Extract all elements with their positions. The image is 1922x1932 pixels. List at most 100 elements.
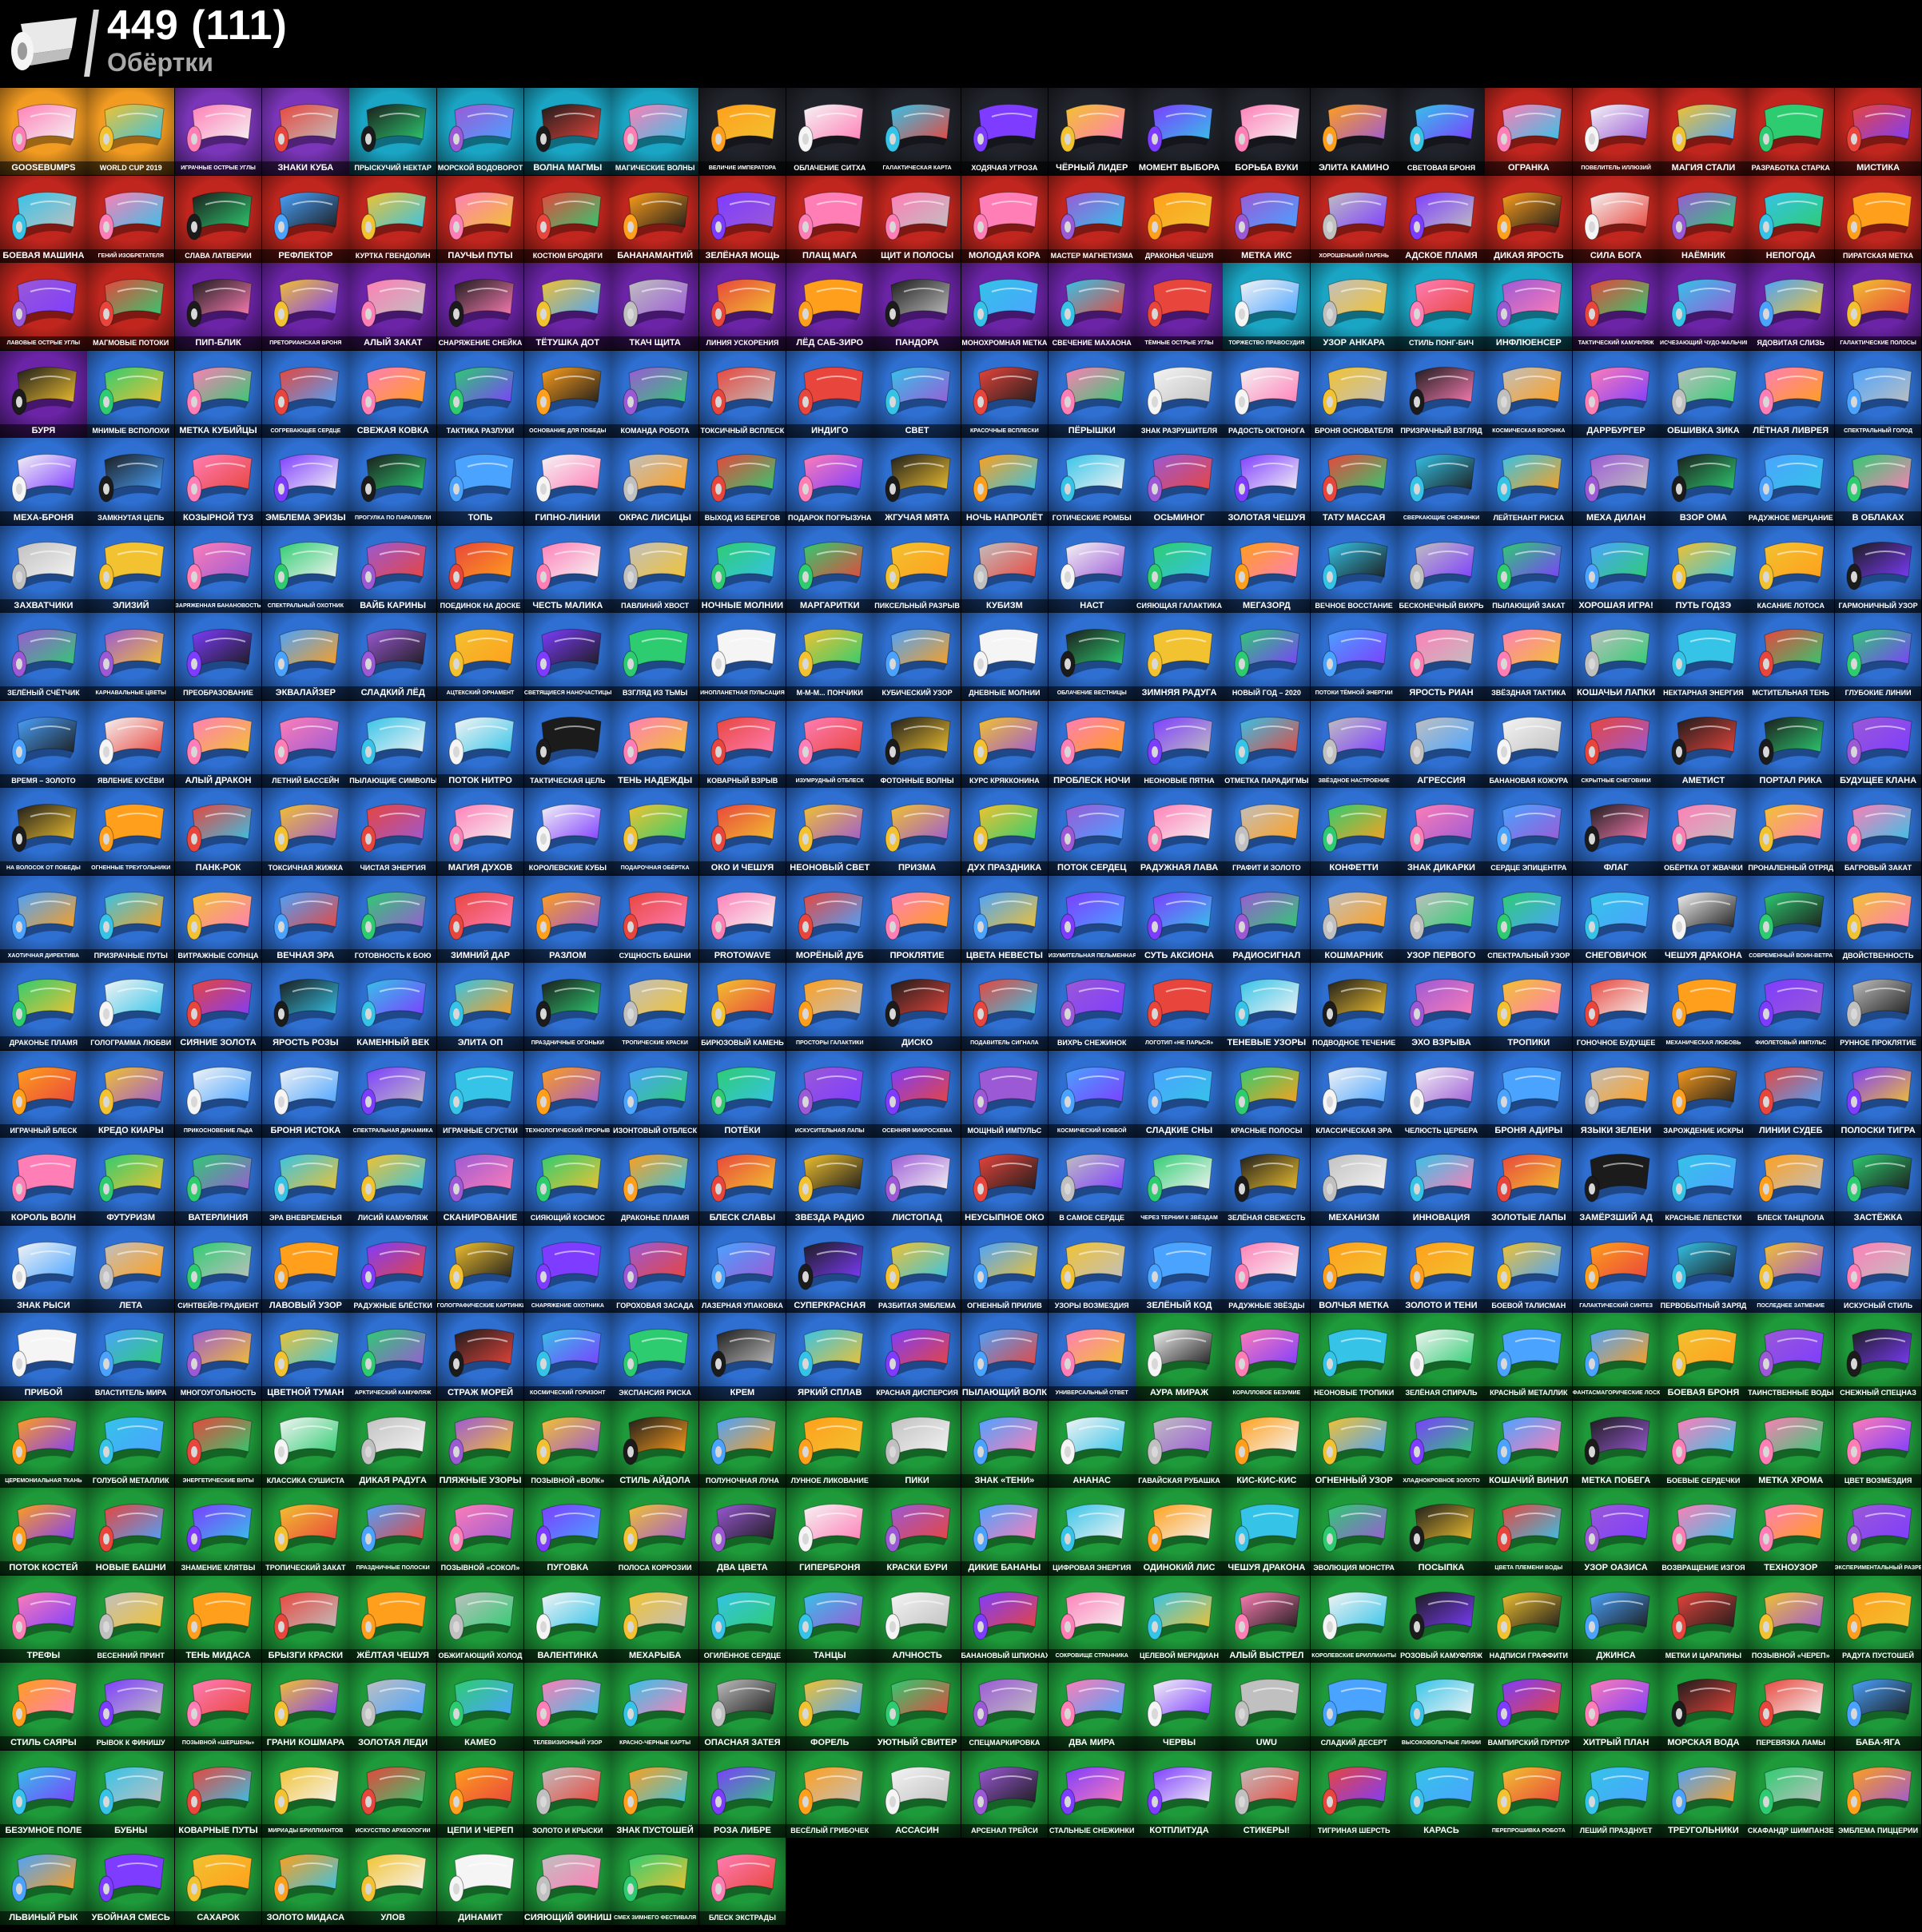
wrap-tile[interactable]: ВЫСОКОВОЛЬТНЫЕ ЛИНИИ: [1398, 1663, 1486, 1751]
wrap-tile[interactable]: СПЕКТРАЛЬНЫЙ ОХОТНИК: [261, 525, 350, 614]
wrap-tile[interactable]: КУБИЧЕСКИЙ УЗОР: [873, 613, 961, 702]
wrap-tile[interactable]: КОСМИЧЕСКИЙ ГОРИЗОНТ: [523, 1313, 612, 1401]
wrap-tile[interactable]: ЯВЛЕНИЕ КУСЁВИ: [87, 700, 176, 789]
wrap-tile[interactable]: СУЩНОСТЬ БАШНИ: [611, 875, 700, 964]
wrap-tile[interactable]: ТОКСИЧНАЯ ЖИЖКА: [261, 788, 350, 877]
wrap-tile[interactable]: ОКО И ЧЕШУЯ: [698, 788, 787, 877]
wrap-tile[interactable]: ПОЕДИНОК НА ДОСКЕ: [436, 525, 525, 614]
wrap-tile[interactable]: ГАРМОНИЧНЫЙ УЗОР: [1834, 525, 1922, 614]
wrap-tile[interactable]: КОСМИЧЕСКИЙ КОВБОЙ: [1048, 1050, 1136, 1139]
wrap-tile[interactable]: ПАВЛИНИЙ ХВОСТ: [611, 525, 700, 614]
wrap-tile[interactable]: ЗАМКНУТАЯ ЦЕПЬ: [87, 438, 176, 527]
wrap-tile[interactable]: РЕФЛЕКТОР: [261, 175, 350, 264]
wrap-tile[interactable]: ЛИНИЯ УСКОРЕНИЯ: [698, 263, 787, 352]
wrap-tile[interactable]: РАЗБИТАЯ ЭМБЛЕМА: [873, 1225, 961, 1314]
wrap-tile[interactable]: ВЕСЁЛЫЙ ГРИБОЧЕК: [786, 1750, 874, 1839]
wrap-tile[interactable]: ГАЛАКТИЧЕСКИЕ ПОЛОСЫ: [1834, 263, 1922, 352]
wrap-tile[interactable]: ЭНЕРГЕТИЧЕСКИЕ ВИТЫ: [174, 1400, 263, 1489]
wrap-tile[interactable]: АЛЧНОСТЬ: [873, 1575, 961, 1664]
wrap-tile[interactable]: АССАСИН: [873, 1750, 961, 1839]
wrap-tile[interactable]: БЕСКОНЕЧНЫЙ ВИХРЬ: [1398, 525, 1486, 614]
wrap-tile[interactable]: АМЕТИСТ: [1660, 700, 1748, 789]
wrap-tile[interactable]: СПЕЦМАРКИРОВКА: [961, 1663, 1049, 1751]
wrap-tile[interactable]: МОРСКОЙ ВОДОВОРОТ: [436, 88, 525, 177]
wrap-tile[interactable]: СЛАДКИЕ СНЫ: [1136, 1050, 1224, 1139]
wrap-tile[interactable]: УЗОР АНКАРА: [1310, 263, 1399, 352]
wrap-tile[interactable]: СТРАЖ МОРЕЙ: [436, 1313, 525, 1401]
wrap-tile[interactable]: МАСТЕР МАГНЕТИЗМА: [1048, 175, 1136, 264]
wrap-tile[interactable]: БОЕВОЙ ТАЛИСМАН: [1485, 1225, 1574, 1314]
wrap-tile[interactable]: ГОТИЧЕСКИЕ РОМБЫ: [1048, 438, 1136, 527]
wrap-tile[interactable]: АГРЕССИЯ: [1398, 700, 1486, 789]
wrap-tile[interactable]: БЕЗУМНОЕ ПОЛЕ: [0, 1750, 88, 1839]
wrap-tile[interactable]: ФИОЛЕТОВЫЙ ИМПУЛЬС: [1747, 963, 1836, 1051]
wrap-tile[interactable]: ЭКСПЕРИМЕНТАЛЬНЫЙ РАЗРЕЗ: [1834, 1488, 1922, 1576]
wrap-tile[interactable]: ОБЛАЧЕНИЕ СИТХА: [786, 88, 874, 177]
wrap-tile[interactable]: АЦТЕКСКИЙ ОРНАМЕНТ: [436, 613, 525, 702]
wrap-tile[interactable]: ЭХО ВЗРЫВА: [1398, 963, 1486, 1051]
wrap-tile[interactable]: ТРЕФЫ: [0, 1575, 88, 1664]
wrap-tile[interactable]: В ОБЛАКАХ: [1834, 438, 1922, 527]
wrap-tile[interactable]: БАГРОВЫЙ ЗАКАТ: [1834, 788, 1922, 877]
wrap-tile[interactable]: ИСКУССТВО АРХЕОЛОГИИ: [349, 1750, 438, 1839]
wrap-tile[interactable]: ПОВЕЛИТЕЛЬ ИЛЛЮЗИЙ: [1572, 88, 1661, 177]
wrap-tile[interactable]: БАНАНОВАЯ КОЖУРА: [1485, 700, 1574, 789]
wrap-tile[interactable]: ЗЕЛЁНАЯ СВЕЖЕСТЬ: [1223, 1138, 1311, 1226]
wrap-tile[interactable]: МНИМЫЕ ВСПОЛОХИ: [87, 350, 176, 439]
wrap-tile[interactable]: ЯДОВИТАЯ СЛИЗЬ: [1747, 263, 1836, 352]
wrap-tile[interactable]: ХОРОШАЯ ИГРА!: [1572, 525, 1661, 614]
wrap-tile[interactable]: СВЕТ: [873, 350, 961, 439]
wrap-tile[interactable]: АРКТИЧЕСКИЙ КАМУФЛЯЖ: [349, 1313, 438, 1401]
wrap-tile[interactable]: МОРСКАЯ ВОДА: [1660, 1663, 1748, 1751]
wrap-tile[interactable]: ПЛАЩ МАГА: [786, 175, 874, 264]
wrap-tile[interactable]: БАНАНОВЫЙ ШПИОНАЖ: [961, 1575, 1049, 1664]
wrap-tile[interactable]: ГРАНИ КОШМАРА: [261, 1663, 350, 1751]
wrap-tile[interactable]: КУРТКА ГВЕНДОЛИН: [349, 175, 438, 264]
wrap-tile[interactable]: ДИНАМИТ: [436, 1838, 525, 1926]
wrap-tile[interactable]: КОВАРНЫЕ ПУТЫ: [174, 1750, 263, 1839]
wrap-tile[interactable]: СИЯЮЩИЙ КОСМОС: [523, 1138, 612, 1226]
wrap-tile[interactable]: СВЕЧЕНИЕ МАХАОНА: [1048, 263, 1136, 352]
wrap-tile[interactable]: НОЧНЫЕ МОЛНИИ: [698, 525, 787, 614]
wrap-tile[interactable]: ВИХРЬ СНЕЖИНОК: [1048, 963, 1136, 1051]
wrap-tile[interactable]: ЦВЕТНОЙ ТУМАН: [261, 1313, 350, 1401]
wrap-tile[interactable]: СТИЛЬ ПОНГ-БИЧ: [1398, 263, 1486, 352]
wrap-tile[interactable]: УЛОВ: [349, 1838, 438, 1926]
wrap-tile[interactable]: ИГРАЧНЫЕ СГУСТКИ: [436, 1050, 525, 1139]
wrap-tile[interactable]: ПРОСТОРЫ ГАЛАКТИКИ: [786, 963, 874, 1051]
wrap-tile[interactable]: ЛАЗЕРНАЯ УПАКОВКА: [698, 1225, 787, 1314]
wrap-tile[interactable]: НАЁМНИК: [1660, 175, 1748, 264]
wrap-tile[interactable]: ПАНДОРА: [873, 263, 961, 352]
wrap-tile[interactable]: УНИВЕРСАЛЬНЫЙ ОТВЕТ: [1048, 1313, 1136, 1401]
wrap-tile[interactable]: КРАСКИ БУРИ: [873, 1488, 961, 1576]
wrap-tile[interactable]: ОБЛАЧЕНИЕ ВЕСТНИЦЫ: [1048, 613, 1136, 702]
wrap-tile[interactable]: ПОЗЫВНОЙ «ШЕРШЕНЬ»: [174, 1663, 263, 1751]
wrap-tile[interactable]: ЧЕРВЫ: [1136, 1663, 1224, 1751]
wrap-tile[interactable]: ФОТОННЫЕ ВОЛНЫ: [873, 700, 961, 789]
wrap-tile[interactable]: СУПЕРКРАСНАЯ: [786, 1225, 874, 1314]
wrap-tile[interactable]: ПОТОК СЕРДЕЦ: [1048, 788, 1136, 877]
wrap-tile[interactable]: ЖЁЛТАЯ ЧЕШУЯ: [349, 1575, 438, 1664]
wrap-tile[interactable]: КОСТЮМ БРОДЯГИ: [523, 175, 612, 264]
wrap-tile[interactable]: М-М-М... ПОНЧИКИ: [786, 613, 874, 702]
wrap-tile[interactable]: МАРГАРИТКИ: [786, 525, 874, 614]
wrap-tile[interactable]: ГОЛОГРАФИЧЕСКИЕ КАРТИНКИ: [436, 1225, 525, 1314]
wrap-tile[interactable]: ОДИНОКИЙ ЛИС: [1136, 1488, 1224, 1576]
wrap-tile[interactable]: НЕКТАРНАЯ ЭНЕРГИЯ: [1660, 613, 1748, 702]
wrap-tile[interactable]: ФОРЕЛЬ: [786, 1663, 874, 1751]
wrap-tile[interactable]: ДРАКОНЬЕ ПЛАМЯ: [0, 963, 88, 1051]
wrap-tile[interactable]: ДРАКОНЬЕ ПЛАМЯ: [611, 1138, 700, 1226]
wrap-tile[interactable]: ЧЁРНЫЙ ЛИДЕР: [1048, 88, 1136, 177]
wrap-tile[interactable]: МСТИТЕЛЬНАЯ ТЕНЬ: [1747, 613, 1836, 702]
wrap-tile[interactable]: НАСТ: [1048, 525, 1136, 614]
wrap-tile[interactable]: ПРИКОСНОВЕНИЕ ЛЬДА: [174, 1050, 263, 1139]
wrap-tile[interactable]: СОКРОВИЩЕ СТРАННИКА: [1048, 1575, 1136, 1664]
wrap-tile[interactable]: ЧЕРЕЗ ТЕРНИИ К ЗВЁЗДАМ: [1136, 1138, 1224, 1226]
wrap-tile[interactable]: ЭЛИТА КАМИНО: [1310, 88, 1399, 177]
wrap-tile[interactable]: ИНОПЛАНЕТНАЯ ПУЛЬСАЦИЯ: [698, 613, 787, 702]
wrap-tile[interactable]: СИЯЮЩАЯ ГАЛАКТИКА: [1136, 525, 1224, 614]
wrap-tile[interactable]: МАГИЯ ДУХОВ: [436, 788, 525, 877]
wrap-tile[interactable]: ТИГРИНАЯ ШЕРСТЬ: [1310, 1750, 1399, 1839]
wrap-tile[interactable]: СОВРЕМЕННЫЙ ВОИН-ВЕТРА: [1747, 875, 1836, 964]
wrap-tile[interactable]: СКРЫТНЫЕ СНЕГОВИКИ: [1572, 700, 1661, 789]
